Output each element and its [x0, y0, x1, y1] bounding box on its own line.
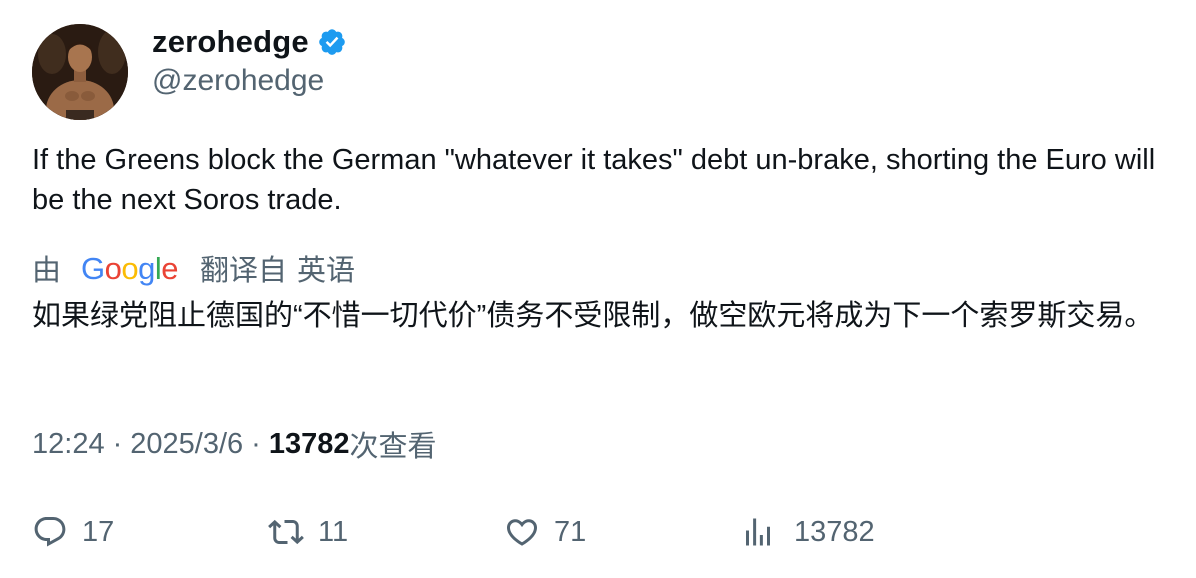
translation-by-label: 由: [32, 255, 62, 287]
avatar-image: [32, 24, 128, 120]
author-handle[interactable]: @zerohedge: [152, 64, 324, 98]
retweet-icon: [268, 514, 304, 550]
translation-language: 英语: [297, 255, 356, 287]
tweet-time[interactable]: 12:24: [32, 428, 105, 461]
translation-attribution: 由 Google 翻译自 英语: [32, 248, 355, 288]
views-button[interactable]: 13782: [740, 510, 875, 554]
verified-badge-icon: [317, 27, 347, 57]
tweet-date[interactable]: 2025/3/6: [130, 428, 243, 461]
reply-count: 17: [82, 515, 115, 548]
meta-separator: ·: [251, 427, 261, 460]
google-logo[interactable]: Google: [81, 251, 179, 287]
action-bar: 17 11 71 13782: [32, 510, 1162, 554]
translated-text: 如果绿党阻止德国的“不惜一切代价”债务不受限制，做空欧元将成为下一个索罗斯交易。: [32, 300, 1154, 332]
tweet-meta: 12:24 · 2025/3/6 · 13782 次查看: [32, 424, 436, 464]
views-action-count: 13782: [794, 515, 875, 548]
like-button[interactable]: 71: [504, 510, 586, 554]
reply-button[interactable]: 17: [32, 510, 114, 554]
author-name-row: zerohedge: [152, 22, 347, 62]
translation-from-label: 翻译自: [200, 255, 288, 287]
retweet-button[interactable]: 11: [268, 510, 348, 554]
views-count: 13782: [268, 427, 350, 460]
analytics-icon: [740, 514, 776, 550]
views-label: 次查看: [349, 431, 437, 463]
like-count: 71: [554, 515, 587, 548]
tweet-card: zerohedge @zerohedge If the Greens block…: [0, 0, 1196, 578]
meta-separator: ·: [112, 427, 123, 460]
display-name[interactable]: zerohedge: [152, 24, 309, 60]
reply-icon: [32, 514, 68, 550]
tweet-text: If the Greens block the German "whatever…: [32, 144, 1156, 216]
retweet-count: 11: [318, 515, 349, 548]
avatar[interactable]: [32, 24, 128, 120]
heart-icon: [504, 514, 540, 550]
